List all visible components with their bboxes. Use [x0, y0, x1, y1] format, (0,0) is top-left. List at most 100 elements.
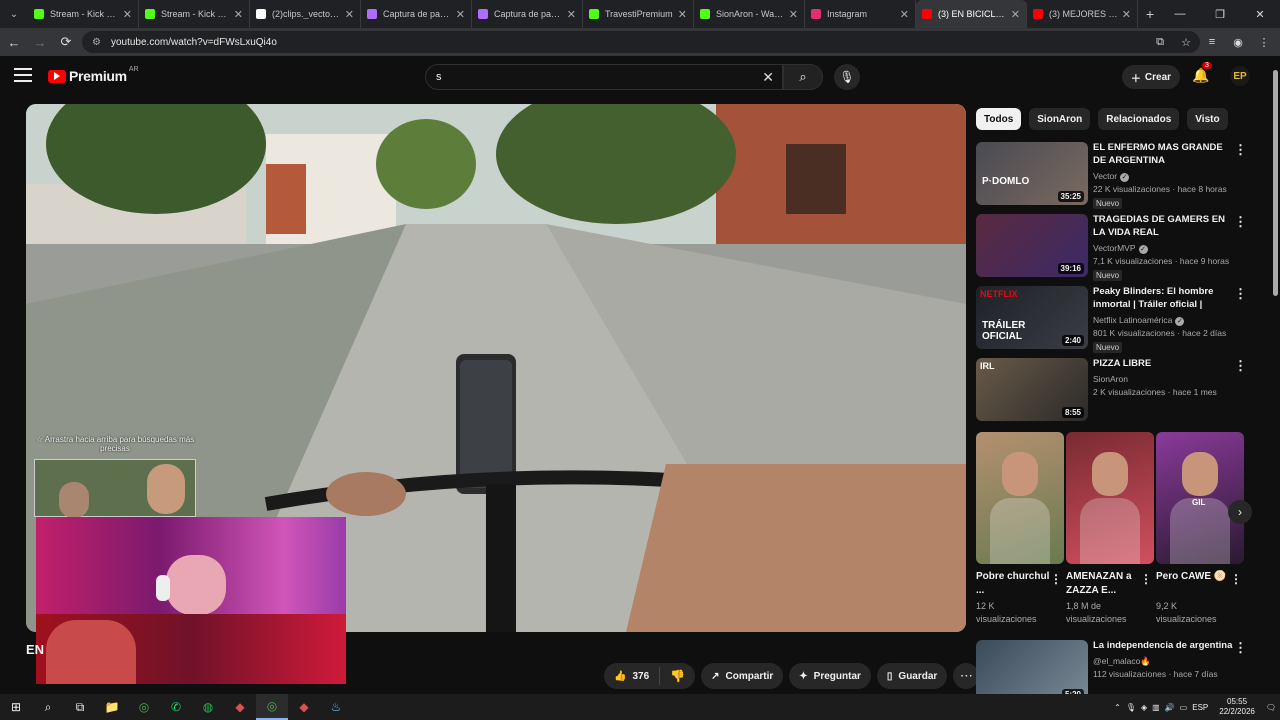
install-icon[interactable]: ⧉ — [1150, 32, 1170, 52]
more-options-icon[interactable]: ⋮ — [1234, 214, 1247, 230]
close-window-icon[interactable]: ✕ — [1240, 0, 1280, 28]
menu-dots-icon[interactable]: ⋮ — [1254, 32, 1274, 52]
tab-close-icon[interactable]: ✕ — [567, 8, 576, 21]
chrome-icon[interactable]: ◎ — [256, 694, 288, 720]
chip-todos[interactable]: Todos — [976, 108, 1022, 130]
browser-tab[interactable]: Captura de pantalla ✕ — [361, 0, 472, 28]
chip-sionaron[interactable]: SionAron — [1029, 108, 1091, 130]
short-thumbnail[interactable] — [1066, 432, 1154, 564]
notifications-bell-icon[interactable]: 🔔 3 — [1192, 62, 1212, 84]
clear-search-icon[interactable]: ✕ — [762, 69, 774, 86]
tab-close-icon[interactable]: ✕ — [345, 8, 354, 21]
browser-tab[interactable]: (3) EN BICICLETA ✕ — [916, 0, 1027, 28]
browser-tab[interactable]: TravestiPremium ✕ — [583, 0, 694, 28]
tab-close-icon[interactable]: ✕ — [1011, 8, 1020, 21]
tab-search-icon[interactable]: ⌄ — [0, 0, 28, 28]
whatsapp-icon[interactable]: ✆ — [160, 694, 192, 720]
video-thumbnail[interactable]: NETFLIX TRÁILER OFICIAL 2:40 — [976, 286, 1088, 349]
short-more-options-icon[interactable]: ⋮ — [1140, 572, 1152, 586]
recommendation-item[interactable]: P·DOMLO 35:25 EL ENFERMO MAS GRANDE DE ARG… — [976, 142, 1254, 209]
channel-name[interactable]: @el_malaco🔥 — [1093, 656, 1151, 667]
forward-icon[interactable]: → — [28, 30, 52, 54]
more-options-icon[interactable]: ⋮ — [1234, 358, 1247, 374]
page-scrollbar[interactable] — [1270, 56, 1280, 694]
video-thumbnail[interactable]: IRL 8:55 — [976, 358, 1088, 421]
tray-chevron-icon[interactable]: ⌃ — [1114, 703, 1121, 712]
short-thumbnail[interactable] — [976, 432, 1064, 564]
tab-close-icon[interactable]: ✕ — [678, 8, 687, 21]
browser-tab[interactable]: SionAron - Watch ✕ — [694, 0, 805, 28]
tray-mic-icon[interactable]: 🎙 — [1126, 703, 1136, 712]
share-button[interactable]: ↗ Compartir — [701, 663, 784, 689]
short-item[interactable]: AMENAZAN a ZAZZA E... 1,8 M de visualizaci… — [1066, 432, 1154, 624]
windows-icon[interactable]: ⊞ — [0, 694, 32, 720]
youtube-premium-logo[interactable]: Premium AR — [48, 66, 139, 84]
dislike-button[interactable]: 👎 — [660, 669, 695, 683]
short-more-options-icon[interactable]: ⋮ — [1230, 572, 1242, 586]
url-field[interactable]: ⚙ youtube.com/watch?v=dFWsLxuQi4o — [82, 31, 1200, 53]
browser-tab[interactable]: Captura de pantalla ✕ — [472, 0, 583, 28]
save-button[interactable]: ▯ Guardar — [876, 663, 948, 689]
browser-tab[interactable]: (2)clips._vectorge ✕ — [250, 0, 361, 28]
browser-tab[interactable]: (3) MEJORES MOMENT ✕ — [1027, 0, 1138, 28]
recommendation-item[interactable]: NETFLIX TRÁILER OFICIAL 2:40 Peaky Blinders… — [976, 286, 1254, 353]
reading-list-icon[interactable]: ≡ — [1202, 32, 1222, 52]
reload-icon[interactable]: ⟳ — [54, 30, 78, 54]
tab-close-icon[interactable]: ✕ — [123, 8, 132, 21]
shorts-next-icon[interactable]: › — [1228, 500, 1252, 524]
short-thumbnail[interactable]: GIL — [1156, 432, 1244, 564]
avatar[interactable]: EP — [1230, 66, 1250, 86]
spotify-icon[interactable]: ◍ — [192, 694, 224, 720]
volume-icon[interactable]: 🔊 — [1165, 703, 1175, 712]
short-item[interactable]: Pobre churchul ... 12 K visualizaciones ⋮ — [976, 432, 1064, 624]
chip-visto[interactable]: Visto — [1187, 108, 1228, 130]
create-button[interactable]: ＋ Crear — [1122, 65, 1180, 89]
chip-relacionados[interactable]: Relacionados — [1098, 108, 1180, 130]
clock[interactable]: 05:55 22/2/2026 — [1219, 697, 1255, 717]
battery-icon[interactable]: ▭ — [1180, 703, 1188, 712]
tab-close-icon[interactable]: ✕ — [789, 8, 798, 21]
notifications-center-icon[interactable]: 🗨 — [1266, 703, 1276, 712]
language-indicator[interactable]: ESP — [1192, 703, 1208, 712]
steam-icon[interactable]: ♨ — [320, 694, 352, 720]
explorer-icon[interactable]: 📁 — [96, 694, 128, 720]
browser-tab[interactable]: Stream - Kick Dash ✕ — [28, 0, 139, 28]
channel-name[interactable]: Vector ✓ — [1093, 171, 1130, 182]
recommendation-item[interactable]: IRL 8:55 PIZZA LIBRE SionAron 2 K visualizac… — [976, 358, 1254, 422]
search-icon[interactable]: ⌕ — [32, 694, 64, 720]
channel-name[interactable]: SionAron — [1093, 374, 1128, 384]
short-item[interactable]: GIL Pero CAWE 🫓 9,2 K visualizaciones ⋮ — [1156, 432, 1244, 624]
video-thumbnail[interactable]: P·DOMLO 35:25 — [976, 142, 1088, 205]
tab-close-icon[interactable]: ✕ — [456, 8, 465, 21]
tab-close-icon[interactable]: ✕ — [1122, 8, 1131, 21]
new-tab-button[interactable]: + — [1138, 6, 1162, 22]
search-input[interactable]: s ✕ — [425, 64, 783, 90]
restore-icon[interactable]: ❐ — [1200, 0, 1240, 28]
app-icon[interactable]: ◆ — [288, 694, 320, 720]
tab-close-icon[interactable]: ✕ — [900, 8, 909, 21]
minimize-icon[interactable]: — — [1160, 0, 1200, 28]
channel-name[interactable]: Netflix Latinoamérica ✓ — [1093, 315, 1185, 326]
video-thumbnail[interactable]: 39:16 — [976, 214, 1088, 277]
taskview-icon[interactable]: ⧉ — [64, 694, 96, 720]
profile-icon[interactable]: ◉ — [1228, 32, 1248, 52]
menu-hamburger-icon[interactable] — [14, 68, 32, 82]
more-options-icon[interactable]: ⋮ — [1234, 640, 1247, 656]
recommendation-item[interactable]: 39:16 TRAGEDIAS DE GAMERS EN LA VIDA REAL… — [976, 214, 1254, 281]
tab-close-icon[interactable]: ✕ — [234, 8, 243, 21]
chrome-icon[interactable]: ◎ — [128, 694, 160, 720]
ask-button[interactable]: ✦ Preguntar — [789, 663, 871, 689]
voice-search-icon[interactable]: 🎙 — [834, 64, 860, 90]
more-options-icon[interactable]: ⋮ — [1234, 286, 1247, 302]
browser-tab[interactable]: Stream - Kick Dash ✕ — [139, 0, 250, 28]
network-icon[interactable]: ▥ — [1152, 703, 1160, 712]
bookmark-star-icon[interactable]: ☆ — [1176, 32, 1196, 52]
channel-name[interactable]: VectorMVP ✓ — [1093, 243, 1148, 254]
more-options-icon[interactable]: ⋮ — [1234, 142, 1247, 158]
back-icon[interactable]: ← — [2, 30, 26, 54]
tray-app-icon[interactable]: ◈ — [1141, 703, 1147, 712]
short-more-options-icon[interactable]: ⋮ — [1050, 572, 1062, 586]
search-button[interactable]: ⌕ — [783, 64, 823, 90]
app-icon[interactable]: ◆ — [224, 694, 256, 720]
site-info-icon[interactable]: ⚙ — [92, 37, 101, 48]
